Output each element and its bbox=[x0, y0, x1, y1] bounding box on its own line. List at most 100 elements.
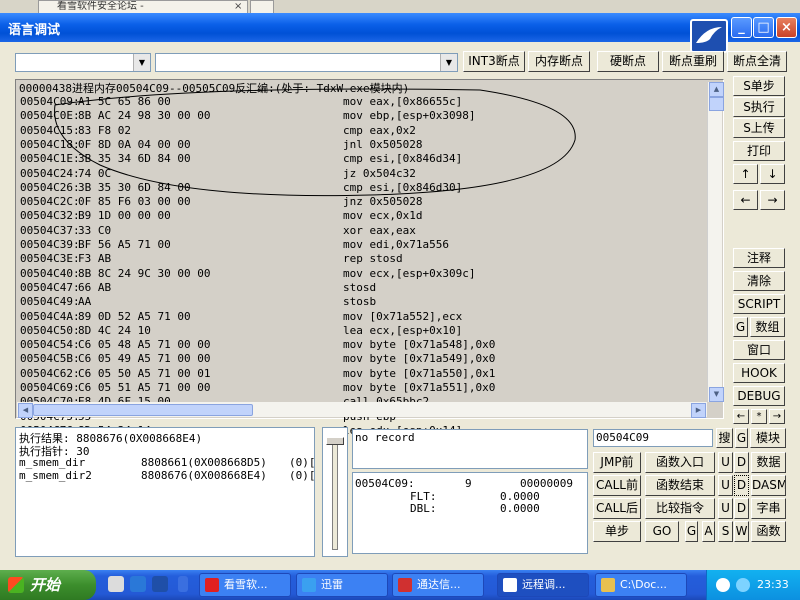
variable-value: 8808676(0X008668E4) bbox=[141, 469, 267, 482]
horizontal-scroll-thumb[interactable] bbox=[33, 404, 253, 416]
bird-logo-icon bbox=[690, 19, 728, 53]
call-next-button[interactable]: CALL后 bbox=[593, 498, 641, 519]
jmp-prev-button[interactable]: JMP前 bbox=[593, 452, 641, 473]
chevron-down-icon[interactable]: ▼ bbox=[133, 54, 150, 71]
nav-left-button[interactable]: ← bbox=[733, 409, 749, 424]
breakpoint-refresh-button[interactable]: 断点重刷 bbox=[662, 51, 724, 72]
u-button-2[interactable]: U bbox=[718, 475, 733, 496]
disasm-bytes: C6 05 50 A5 71 00 01 bbox=[78, 366, 211, 380]
chevron-down-icon[interactable]: ▼ bbox=[440, 54, 457, 71]
print-button[interactable]: 打印 bbox=[733, 141, 785, 161]
value-address: 00504C09: bbox=[355, 477, 415, 490]
disasm-instruction: stosd bbox=[343, 280, 377, 294]
value-hex: 00000009 bbox=[520, 477, 573, 490]
g-module-button[interactable]: G bbox=[735, 428, 748, 448]
slider-track[interactable] bbox=[332, 438, 338, 550]
disasm-address: 00504C37: bbox=[20, 223, 80, 237]
background-browser-tab[interactable]: 看雪软件安全论坛 - bbox=[38, 0, 248, 14]
function-button[interactable]: 函数 bbox=[751, 521, 786, 542]
g-button-2[interactable]: G bbox=[685, 521, 698, 542]
nav-star-button[interactable]: * bbox=[751, 409, 767, 424]
memory-breakpoint-button[interactable]: 内存断点 bbox=[528, 51, 590, 72]
windows-logo-icon bbox=[8, 577, 24, 593]
word-icon[interactable] bbox=[152, 576, 168, 592]
slider-handle[interactable] bbox=[326, 437, 344, 445]
task-label: 看雪软... bbox=[224, 578, 268, 591]
comment-button[interactable]: 注释 bbox=[733, 248, 785, 268]
ie-icon[interactable] bbox=[130, 576, 146, 592]
dasm-button[interactable]: DASM bbox=[751, 475, 786, 496]
int3-breakpoint-button[interactable]: INT3断点 bbox=[463, 51, 525, 72]
taskbar-task[interactable]: 通达信... bbox=[392, 573, 484, 597]
function-entry-button[interactable]: 函数入口 bbox=[645, 452, 715, 473]
single-step-bottom-button[interactable]: 单步 bbox=[593, 521, 641, 542]
module-button[interactable]: 模块 bbox=[750, 428, 786, 448]
scroll-up-arrow-icon[interactable]: ▲ bbox=[709, 82, 724, 97]
scroll-left-arrow-icon[interactable]: ◀ bbox=[18, 403, 33, 418]
call-prev-button[interactable]: CALL前 bbox=[593, 475, 641, 496]
search-button[interactable]: 搜 bbox=[716, 428, 733, 448]
network-icon[interactable] bbox=[716, 578, 730, 592]
value-decimal: 9 bbox=[465, 477, 472, 490]
hook-button[interactable]: HOOK bbox=[733, 363, 785, 383]
g-button[interactable]: G bbox=[733, 317, 748, 337]
arrow-right-button[interactable]: → bbox=[760, 190, 785, 210]
close-icon[interactable]: × bbox=[234, 1, 242, 12]
execute-button[interactable]: S执行 bbox=[733, 97, 785, 117]
disasm-instruction: mov ecx,0x1d bbox=[343, 209, 423, 223]
upload-button[interactable]: S上传 bbox=[733, 118, 785, 138]
script-button[interactable]: SCRIPT bbox=[733, 294, 785, 314]
array-button[interactable]: 数组 bbox=[750, 317, 785, 337]
disasm-bytes: C6 05 48 A5 71 00 00 bbox=[78, 338, 211, 352]
w-button[interactable]: W bbox=[734, 521, 749, 542]
clear-button[interactable]: 清除 bbox=[733, 271, 785, 291]
u-button-1[interactable]: U bbox=[718, 452, 733, 473]
window-button[interactable]: 窗口 bbox=[733, 340, 785, 360]
arrow-up-button[interactable]: ↑ bbox=[733, 164, 758, 184]
taskbar-task[interactable]: 远程调... bbox=[497, 573, 589, 597]
d-button-1[interactable]: D bbox=[734, 452, 749, 473]
nav-right-button[interactable]: → bbox=[769, 409, 785, 424]
disasm-address: 00504C49: bbox=[20, 295, 80, 309]
module-combo[interactable]: ▼ bbox=[155, 53, 458, 72]
d-button-2[interactable]: D bbox=[734, 475, 749, 496]
address-input[interactable]: 00504C09 bbox=[593, 429, 713, 447]
process-combo[interactable]: ▼ bbox=[15, 53, 151, 72]
scroll-down-arrow-icon[interactable]: ▼ bbox=[709, 387, 724, 402]
breakpoint-clear-all-button[interactable]: 断点全清 bbox=[727, 51, 787, 72]
compare-instruction-button[interactable]: 比较指令 bbox=[645, 498, 715, 519]
a-button[interactable]: A bbox=[702, 521, 715, 542]
maximize-button[interactable]: □ bbox=[753, 17, 774, 38]
arrow-down-button[interactable]: ↓ bbox=[760, 164, 785, 184]
single-step-button[interactable]: S单步 bbox=[733, 76, 785, 96]
variable-extra: (0)[ bbox=[289, 456, 316, 469]
arrow-left-button[interactable]: ← bbox=[733, 190, 758, 210]
task-app-icon bbox=[601, 578, 615, 592]
minimize-button[interactable]: _ bbox=[731, 17, 752, 38]
scroll-right-arrow-icon[interactable]: ▶ bbox=[691, 403, 706, 418]
function-end-button[interactable]: 函数结束 bbox=[645, 475, 715, 496]
messenger-icon[interactable] bbox=[736, 578, 750, 592]
debug-button[interactable]: DEBUG bbox=[733, 386, 785, 406]
disasm-instruction: xor eax,eax bbox=[343, 223, 416, 237]
desktop-icon[interactable] bbox=[108, 576, 124, 592]
dbl-label: DBL: bbox=[410, 502, 437, 515]
s-button[interactable]: S bbox=[718, 521, 733, 542]
chevron-right-icon[interactable] bbox=[178, 576, 188, 592]
taskbar-task[interactable]: 看雪软... bbox=[199, 573, 291, 597]
taskbar-task[interactable]: 迅雷 bbox=[296, 573, 388, 597]
disasm-address: 00504C32: bbox=[20, 209, 80, 223]
scroll-thumb[interactable] bbox=[709, 97, 724, 111]
d-button-3[interactable]: D bbox=[734, 498, 749, 519]
data-button[interactable]: 数据 bbox=[751, 452, 786, 473]
go-button[interactable]: GO bbox=[645, 521, 679, 542]
taskbar-task[interactable]: C:\Doc... bbox=[595, 573, 687, 597]
background-browser-tab-2[interactable] bbox=[250, 0, 274, 14]
vertical-scrollbar[interactable]: ▲ ▼ bbox=[707, 82, 724, 402]
task-app-icon bbox=[398, 578, 412, 592]
close-button[interactable]: × bbox=[776, 17, 797, 38]
hardware-breakpoint-button[interactable]: 硬断点 bbox=[597, 51, 659, 72]
string-table-button[interactable]: 字串 bbox=[751, 498, 786, 519]
u-button-3[interactable]: U bbox=[718, 498, 733, 519]
disasm-instruction: mov byte [0x71a549],0x0 bbox=[343, 352, 496, 366]
